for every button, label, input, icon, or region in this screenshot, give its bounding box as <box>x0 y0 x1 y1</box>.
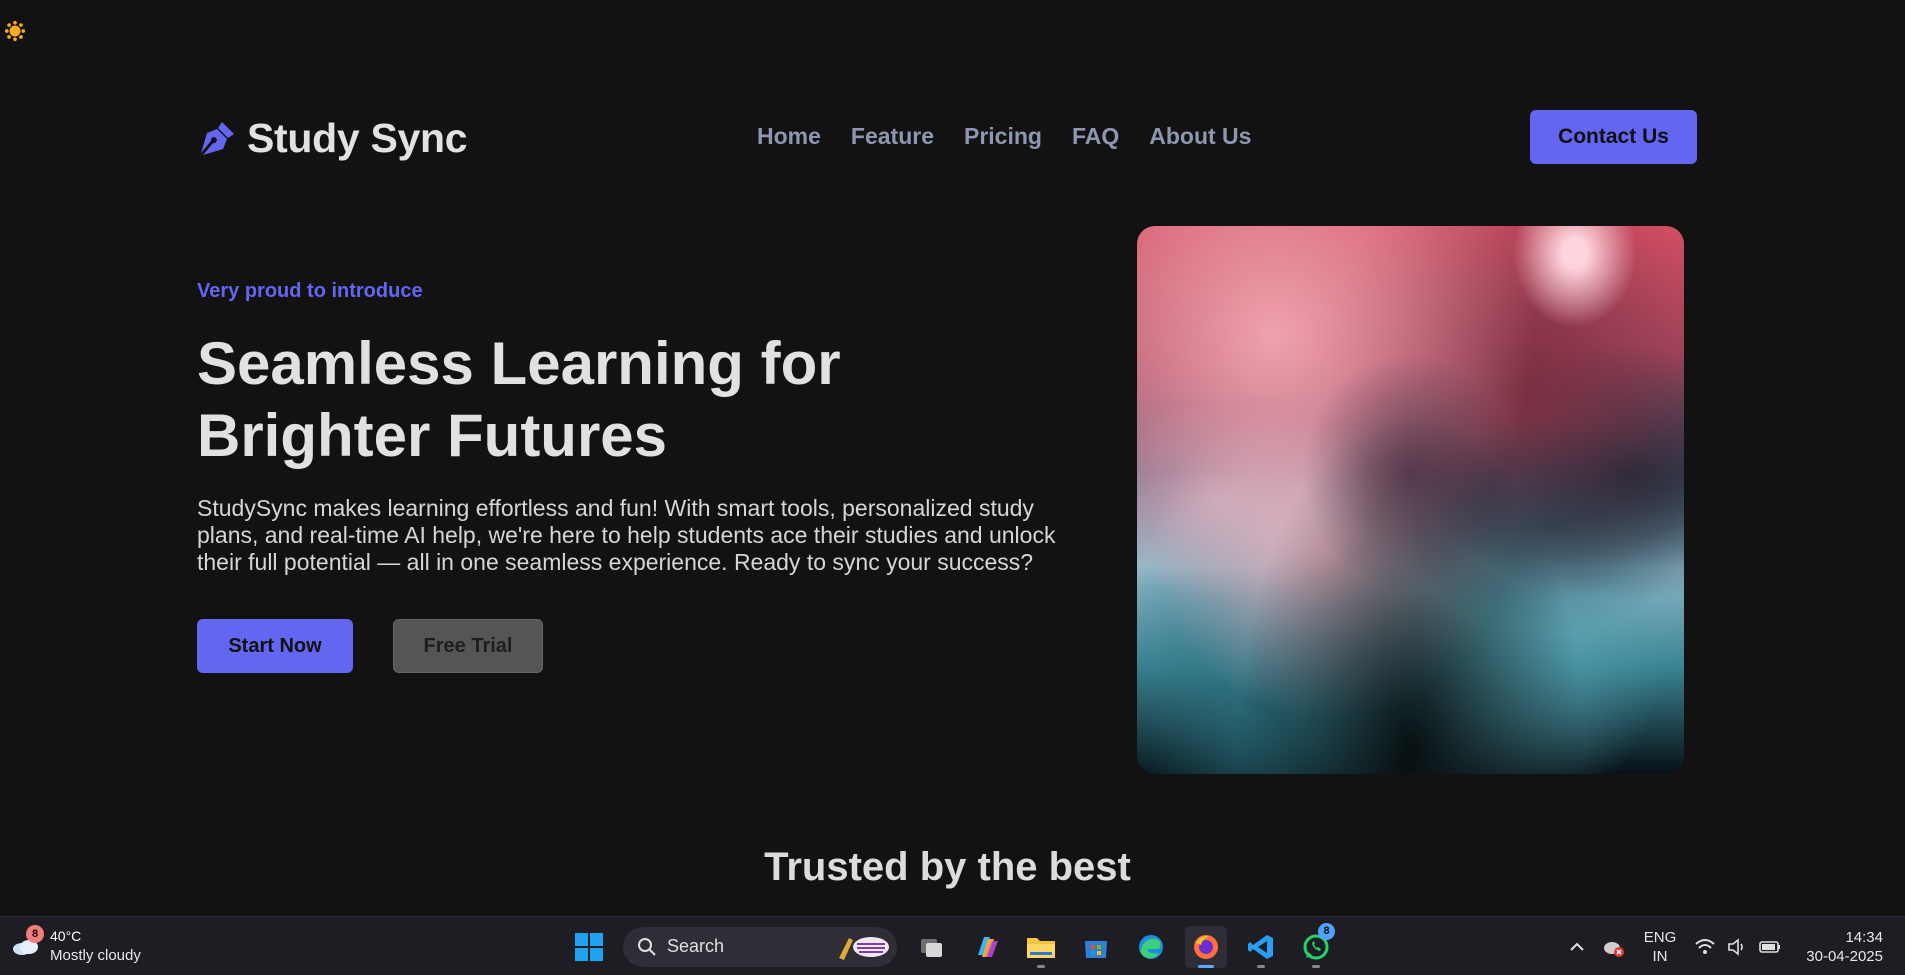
nav-links: Home Feature Pricing FAQ About Us <box>757 123 1251 150</box>
nav-link-feature[interactable]: Feature <box>851 123 934 150</box>
copilot-button[interactable] <box>965 926 1007 968</box>
onedrive-offline-icon[interactable] <box>1602 936 1626 958</box>
brand-logo[interactable]: Study Sync <box>197 115 468 162</box>
clock[interactable]: 14:34 30-04-2025 <box>1806 928 1883 966</box>
weather-badge: 8 <box>26 925 44 943</box>
weather-temperature: 40°C <box>50 928 82 944</box>
file-explorer-button[interactable] <box>1020 926 1062 968</box>
brand-name: Study Sync <box>247 115 468 161</box>
hero-description: StudySync makes learning effortless and … <box>197 495 1056 575</box>
trusted-section-title: Trusted by the best <box>764 845 1131 889</box>
nav-link-home[interactable]: Home <box>757 123 821 150</box>
store-icon <box>1085 940 1107 958</box>
whatsapp-badge: 8 <box>1318 922 1335 940</box>
nav-link-faq[interactable]: FAQ <box>1072 123 1119 150</box>
running-indicator <box>1312 964 1320 968</box>
system-tray: ENG IN 14:34 30-04-2025 <box>1568 917 1905 975</box>
edge-button[interactable] <box>1130 926 1172 968</box>
free-trial-button[interactable]: Free Trial <box>393 619 543 673</box>
hero-section: Very proud to introduce Seamless Learnin… <box>197 280 1097 673</box>
volume-icon <box>1728 937 1744 956</box>
wifi-icon <box>1695 938 1715 954</box>
pen-nib-icon <box>201 121 234 155</box>
weather-condition: Mostly cloudy <box>50 947 141 964</box>
battery-icon <box>1759 940 1781 953</box>
taskbar-search[interactable]: Search <box>623 926 897 967</box>
whatsapp-button[interactable]: 8 <box>1295 922 1337 968</box>
language-code: ENG <box>1643 928 1677 946</box>
clock-time: 14:34 <box>1845 928 1883 946</box>
hero-image <box>1137 226 1684 774</box>
language-indicator[interactable]: ENG IN <box>1644 928 1677 966</box>
start-now-button[interactable]: Start Now <box>197 619 353 673</box>
hero-actions: Start Now Free Trial <box>197 619 1097 673</box>
hero-eyebrow: Very proud to introduce <box>197 280 423 302</box>
vscode-icon <box>1248 934 1273 959</box>
running-indicator <box>1037 964 1045 968</box>
hero-image-texture <box>1137 226 1684 774</box>
copilot-icon <box>978 936 998 957</box>
taskbar-apps: Search 8 <box>568 922 1337 969</box>
nav-link-pricing[interactable]: Pricing <box>964 123 1042 150</box>
task-view-icon <box>921 938 942 957</box>
vscode-button[interactable] <box>1240 926 1282 968</box>
windows-icon <box>575 932 603 961</box>
start-button[interactable] <box>568 926 610 968</box>
contact-us-button[interactable]: Contact Us <box>1530 110 1697 164</box>
top-navigation: Study Sync Home Feature Pricing FAQ Abou… <box>197 110 1697 166</box>
search-highlight-icon <box>839 936 889 960</box>
chevron-up-icon[interactable] <box>1568 938 1586 956</box>
search-icon <box>638 937 656 956</box>
folder-icon <box>1027 937 1055 958</box>
language-region: IN <box>1652 947 1668 965</box>
task-view-button[interactable] <box>910 926 952 968</box>
weather-widget[interactable]: 8 40°C Mostly cloudy <box>10 925 141 965</box>
active-indicator <box>1198 964 1214 968</box>
search-label: Search <box>667 936 725 956</box>
running-indicator <box>1257 964 1265 968</box>
sun-icon[interactable] <box>4 20 26 42</box>
hero-headline: Seamless Learning for Brighter Futures <box>197 330 841 469</box>
windows-taskbar: 8 40°C Mostly cloudy Search 8 ENG IN 14:… <box>0 916 1905 975</box>
firefox-button[interactable] <box>1185 925 1227 968</box>
clock-date: 30-04-2025 <box>1806 947 1883 965</box>
microsoft-store-button[interactable] <box>1075 926 1117 968</box>
firefox-icon <box>1194 934 1218 959</box>
nav-link-about-us[interactable]: About Us <box>1149 123 1251 150</box>
quick-settings[interactable] <box>1694 937 1782 957</box>
cloud-icon: 8 <box>10 925 44 959</box>
edge-icon <box>1139 934 1163 959</box>
tray-icons <box>1568 936 1626 958</box>
